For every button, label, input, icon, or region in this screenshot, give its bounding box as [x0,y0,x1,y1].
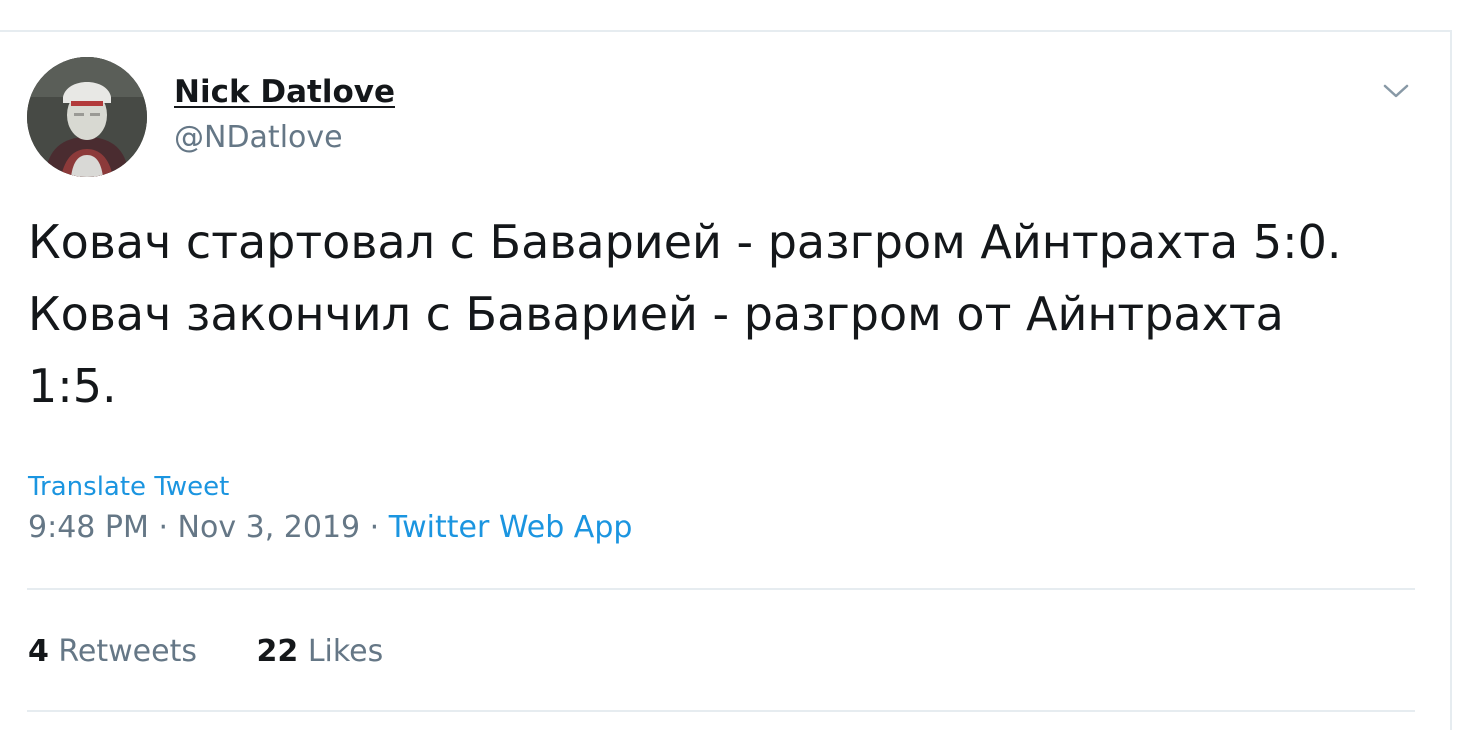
meta-separator: · [158,510,168,545]
likes-label: Likes [307,634,384,669]
tweet-date[interactable]: Nov 3, 2019 [178,510,361,545]
tweet-text-line: Ковач закончил с Баварией - разгром от А… [28,287,1284,341]
tweet-source-link[interactable]: Twitter Web App [389,510,633,545]
tweet-card: Nick Datlove @NDatlove Ковач стартовал с… [0,30,1452,730]
tweet-text-line: Ковач стартовал с Баварией - разгром Айн… [28,215,1342,269]
divider [27,710,1415,712]
translate-tweet-link[interactable]: Translate Tweet [28,472,229,502]
meta-separator: · [369,510,380,545]
likes-stat[interactable]: 22 Likes [257,634,384,669]
tweet-text-line: 1:5. [28,359,117,413]
retweets-label: Retweets [58,634,197,669]
author-display-name[interactable]: Nick Datlove [174,74,395,110]
tweet-metadata: 9:48 PM · Nov 3, 2019 · Twitter Web App [28,510,632,545]
author-handle[interactable]: @NDatlove [174,120,343,155]
avatar-image [27,57,147,177]
retweets-stat[interactable]: 4 Retweets [28,634,197,669]
tweet-text: Ковач стартовал с Баварией - разгром Айн… [28,206,1428,422]
likes-count: 22 [256,634,299,669]
divider [27,588,1415,590]
more-options-button[interactable] [1376,72,1416,112]
chevron-down-icon [1383,84,1409,98]
tweet-time[interactable]: 9:48 PM [28,510,149,545]
avatar[interactable] [27,57,147,177]
tweet-stats: 4 Retweets 22 Likes [28,634,383,669]
retweets-count: 4 [28,634,49,669]
